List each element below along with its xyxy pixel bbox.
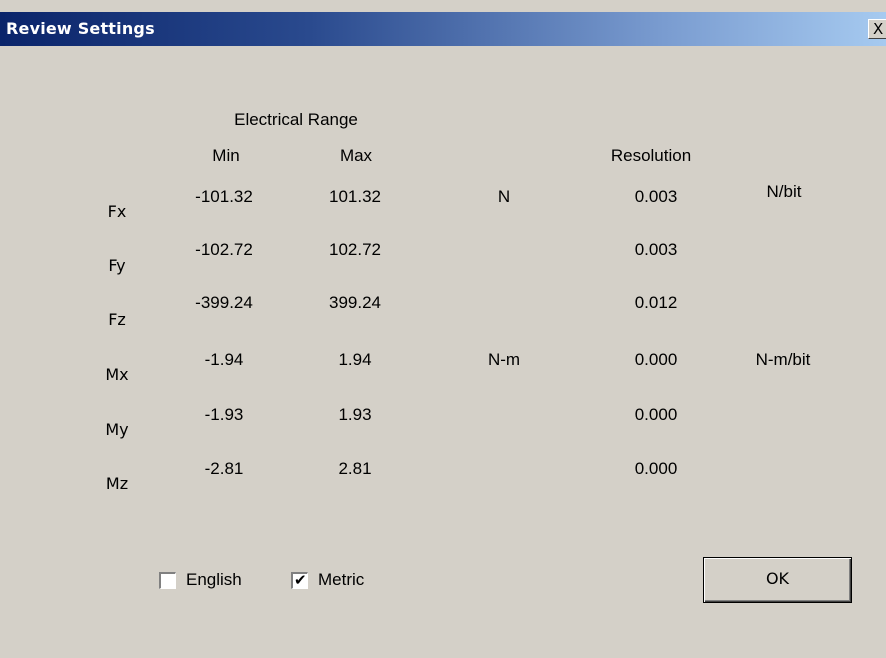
metric-checkbox[interactable]: ✔ <box>291 570 308 589</box>
min-value-fy: -102.72 <box>195 240 253 259</box>
review-settings-dialog: Review Settings X Electrical Range Min M… <box>0 0 886 658</box>
close-icon: X <box>873 20 884 38</box>
res-unit-force: N/bit <box>766 182 802 201</box>
axis-label-fx: Fx <box>107 202 127 221</box>
max-value-mx: 1.94 <box>338 350 372 369</box>
metric-option[interactable]: ✔ Metric <box>291 569 364 591</box>
english-label: English <box>186 570 242 589</box>
max-value-fy: 102.72 <box>329 240 381 259</box>
window-title: Review Settings <box>6 19 155 38</box>
max-value-mz: 2.81 <box>338 459 372 478</box>
max-value-fx: 101.32 <box>329 187 381 206</box>
max-header: Max <box>339 146 373 165</box>
english-option[interactable]: English <box>159 569 242 591</box>
resolution-value-fy: 0.003 <box>634 240 678 259</box>
max-value-my: 1.93 <box>338 405 372 424</box>
resolution-value-fx: 0.003 <box>634 187 678 206</box>
min-value-mz: -2.81 <box>204 459 244 478</box>
electrical-range-header: Electrical Range <box>234 110 358 129</box>
ok-button[interactable]: OK <box>703 557 852 603</box>
axis-label-my: My <box>105 420 129 439</box>
axis-label-mx: Mx <box>105 365 129 384</box>
min-value-fx: -101.32 <box>195 187 253 206</box>
unit-moment: N-m <box>487 350 521 369</box>
metric-label: Metric <box>318 570 365 589</box>
checkmark-icon: ✔ <box>294 570 307 589</box>
unit-force: N <box>497 187 511 206</box>
min-header: Min <box>212 146 240 165</box>
resolution-value-fz: 0.012 <box>634 293 678 312</box>
min-value-my: -1.93 <box>204 405 244 424</box>
max-value-fz: 399.24 <box>329 293 381 312</box>
axis-label-fy: Fy <box>108 256 126 275</box>
resolution-value-mz: 0.000 <box>634 459 678 478</box>
title-bar[interactable]: Review Settings X <box>0 12 886 46</box>
english-checkbox[interactable] <box>159 571 176 589</box>
min-value-fz: -399.24 <box>195 293 253 312</box>
resolution-value-mx: 0.000 <box>634 350 678 369</box>
close-button[interactable]: X <box>868 19 886 39</box>
axis-label-mz: Mz <box>105 474 129 493</box>
resolution-value-my: 0.000 <box>634 405 678 424</box>
axis-label-fz: Fz <box>108 310 126 329</box>
resolution-header: Resolution <box>610 146 692 165</box>
res-unit-moment: N-m/bit <box>755 350 811 369</box>
min-value-mx: -1.94 <box>204 350 244 369</box>
